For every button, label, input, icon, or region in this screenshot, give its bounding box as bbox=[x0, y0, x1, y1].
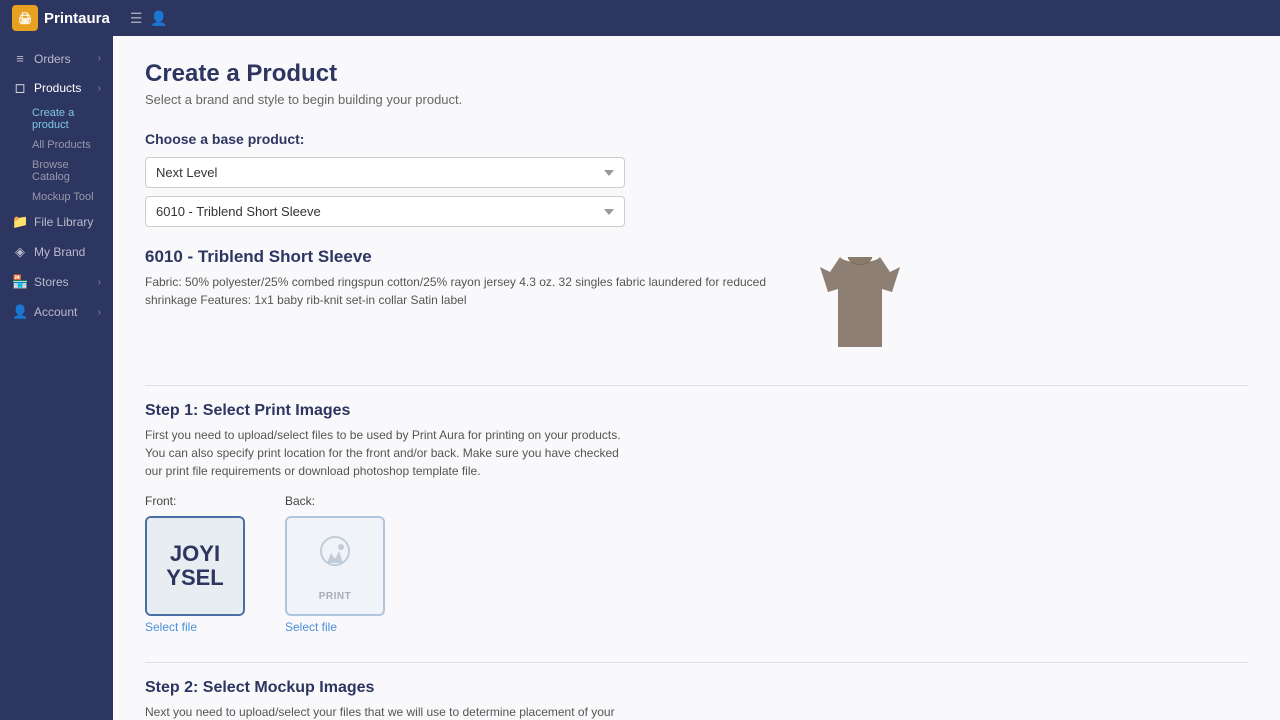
step1-description: First you need to upload/select files to… bbox=[145, 426, 625, 480]
base-product-selects: Next Level Bella+Canvas Gildan 6010 - Tr… bbox=[145, 157, 625, 227]
brand-select[interactable]: Next Level Bella+Canvas Gildan bbox=[145, 157, 625, 188]
step1-images-grid: Front: JOYIYSEL Select file Back: bbox=[145, 494, 1248, 634]
stores-icon: 🏪 bbox=[12, 274, 28, 290]
sidebar-sub-browse-catalog[interactable]: Browse Catalog bbox=[24, 155, 113, 187]
step1-back-select-file-link[interactable]: Select file bbox=[285, 620, 385, 634]
sidebar-item-my-brand[interactable]: ◈ My Brand bbox=[0, 237, 113, 267]
file-library-icon: 📁 bbox=[12, 214, 28, 230]
style-select[interactable]: 6010 - Triblend Short Sleeve 3600 - Prem… bbox=[145, 196, 625, 227]
my-brand-icon: ◈ bbox=[12, 244, 28, 260]
step1-back-label: Back: bbox=[285, 494, 385, 508]
step1-section: Step 1: Select Print Images First you ne… bbox=[145, 402, 1248, 634]
product-image bbox=[815, 247, 905, 357]
sidebar-item-stores-label: Stores bbox=[34, 275, 92, 289]
sidebar-item-account-label: Account bbox=[34, 305, 92, 319]
main-content: Create a Product Select a brand and styl… bbox=[113, 36, 1280, 720]
sidebar-item-my-brand-label: My Brand bbox=[34, 245, 101, 259]
base-product-label: Choose a base product: bbox=[145, 131, 1248, 147]
products-icon: ◻ bbox=[12, 80, 28, 96]
step1-front-print-content: JOYIYSEL bbox=[147, 518, 243, 614]
step1-front-select-file-link[interactable]: Select file bbox=[145, 620, 245, 634]
sidebar-item-orders[interactable]: ≡ Orders › bbox=[0, 44, 113, 73]
orders-icon: ≡ bbox=[12, 51, 28, 66]
product-detail-description: Fabric: 50% polyester/25% combed ringspu… bbox=[145, 273, 795, 309]
step1-title: Step 1: Select Print Images bbox=[145, 402, 1248, 420]
logo-text: Printaura bbox=[44, 10, 110, 27]
logo[interactable]: 🖨 Printaura bbox=[12, 5, 110, 31]
product-info-card: 6010 - Triblend Short Sleeve Fabric: 50%… bbox=[145, 247, 905, 357]
step1-back-slot: Back: PRINT bbox=[285, 494, 385, 634]
product-info-text: 6010 - Triblend Short Sleeve Fabric: 50%… bbox=[145, 247, 795, 309]
print-placeholder-icon bbox=[311, 531, 359, 587]
products-submenu: Create a product All Products Browse Cat… bbox=[0, 103, 113, 207]
products-chevron: › bbox=[98, 83, 101, 94]
sidebar-sub-create-product[interactable]: Create a product bbox=[24, 103, 113, 135]
orders-chevron: › bbox=[98, 53, 101, 64]
step1-front-image-box[interactable]: JOYIYSEL bbox=[145, 516, 245, 616]
topnav-icons: ☰ 👤 bbox=[130, 10, 168, 27]
sidebar-item-file-library[interactable]: 📁 File Library bbox=[0, 207, 113, 237]
sidebar-sub-mockup-tool[interactable]: Mockup Tool bbox=[24, 187, 113, 207]
product-detail-name: 6010 - Triblend Short Sleeve bbox=[145, 247, 795, 267]
sidebar-item-products-label: Products bbox=[34, 81, 92, 95]
step1-front-slot: Front: JOYIYSEL Select file bbox=[145, 494, 245, 634]
logo-icon: 🖨 bbox=[12, 5, 38, 31]
user-icon[interactable]: 👤 bbox=[150, 10, 167, 27]
page-title: Create a Product bbox=[145, 60, 1248, 88]
account-icon: 👤 bbox=[12, 304, 28, 320]
menu-icon[interactable]: ☰ bbox=[130, 10, 143, 27]
tshirt-svg bbox=[820, 252, 900, 352]
sidebar-item-orders-label: Orders bbox=[34, 52, 92, 66]
account-chevron: › bbox=[98, 307, 101, 318]
divider-1 bbox=[145, 385, 1248, 386]
step1-back-placeholder: PRINT bbox=[311, 531, 359, 602]
step1-back-image-box[interactable]: PRINT bbox=[285, 516, 385, 616]
step2-section: Step 2: Select Mockup Images Next you ne… bbox=[145, 679, 1248, 720]
step2-description: Next you need to upload/select your file… bbox=[145, 703, 625, 720]
page-subtitle: Select a brand and style to begin buildi… bbox=[145, 92, 1248, 107]
sidebar-item-stores[interactable]: 🏪 Stores › bbox=[0, 267, 113, 297]
layout: ≡ Orders › ◻ Products › Create a product… bbox=[0, 36, 1280, 720]
step1-back-print-label: PRINT bbox=[319, 591, 352, 602]
step2-title: Step 2: Select Mockup Images bbox=[145, 679, 1248, 697]
topnav: 🖨 Printaura ☰ 👤 bbox=[0, 0, 1280, 36]
step1-front-label: Front: bbox=[145, 494, 245, 508]
stores-chevron: › bbox=[98, 277, 101, 288]
sidebar-item-products[interactable]: ◻ Products › bbox=[0, 73, 113, 103]
sidebar: ≡ Orders › ◻ Products › Create a product… bbox=[0, 36, 113, 720]
divider-2 bbox=[145, 662, 1248, 663]
sidebar-sub-all-products[interactable]: All Products bbox=[24, 135, 113, 155]
sidebar-item-file-library-label: File Library bbox=[34, 215, 101, 229]
sidebar-item-account[interactable]: 👤 Account › bbox=[0, 297, 113, 327]
